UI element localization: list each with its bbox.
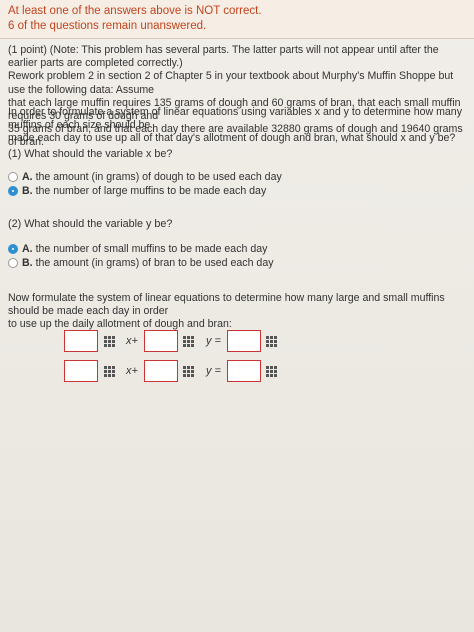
option-text: the number of large muffins to be made e… — [35, 185, 267, 197]
equation-row-2: x+ y = — [64, 360, 283, 382]
alert-unanswered-text: 6 of the questions remain unanswered. — [8, 20, 207, 32]
x-plus-label: x+ — [126, 335, 138, 347]
page: At least one of the answers above is NOT… — [0, 0, 474, 632]
grid-menu-icon[interactable] — [182, 364, 196, 378]
grid-menu-icon[interactable] — [265, 364, 279, 378]
option-letter: B. — [22, 185, 33, 197]
option-letter: A. — [22, 243, 33, 255]
formulate-instructions: In order to formulate a system of linear… — [8, 106, 466, 146]
instruction-line: made each day to use up all of that day'… — [8, 132, 456, 145]
option-text: the amount (in grams) of bran to be used… — [35, 257, 274, 269]
instruction-line: In order to formulate a system of linear… — [8, 106, 463, 132]
rhs-input-2[interactable] — [226, 360, 261, 382]
y-equals-label: y = — [205, 365, 221, 377]
question-1-title: (1) What should the variable x be? — [8, 148, 173, 160]
radio-selected-icon[interactable] — [8, 244, 18, 254]
option-letter: B. — [22, 257, 33, 269]
radio-unselected-icon[interactable] — [8, 258, 18, 268]
coef-y-input-1[interactable] — [143, 330, 178, 352]
coef-x-input-1[interactable] — [64, 330, 98, 352]
q2-option-a[interactable]: A. the number of small muffins to be mad… — [8, 242, 267, 256]
q1-option-a[interactable]: A. the amount (in grams) of dough to be … — [8, 170, 282, 184]
alert-incorrect-text: At least one of the answers above is NOT… — [8, 5, 262, 17]
x-plus-label: x+ — [126, 365, 138, 377]
system-instructions: Now formulate the system of linear equat… — [8, 292, 466, 332]
coef-y-input-2[interactable] — [143, 360, 178, 382]
rhs-input-1[interactable] — [226, 330, 261, 352]
problem-line: (1 point) (Note: This problem has severa… — [8, 44, 439, 70]
instruction-line: Now formulate the system of linear equat… — [8, 292, 445, 318]
grid-menu-icon[interactable] — [182, 334, 196, 348]
radio-selected-icon[interactable] — [8, 186, 18, 196]
error-alert: At least one of the answers above is NOT… — [0, 0, 474, 39]
grid-menu-icon[interactable] — [265, 334, 279, 348]
problem-line: Rework problem 2 in section 2 of Chapter… — [8, 70, 454, 96]
equation-row-1: x+ y = — [64, 330, 283, 352]
question-2-title: (2) What should the variable y be? — [8, 218, 173, 230]
grid-menu-icon[interactable] — [102, 364, 116, 378]
option-letter: A. — [22, 171, 33, 183]
option-text: the amount (in grams) of dough to be use… — [35, 171, 282, 183]
radio-unselected-icon[interactable] — [8, 172, 18, 182]
option-text: the number of small muffins to be made e… — [35, 243, 268, 255]
coef-x-input-2[interactable] — [64, 360, 98, 382]
q1-option-b[interactable]: B. the number of large muffins to be mad… — [8, 184, 266, 198]
q2-option-b[interactable]: B. the amount (in grams) of bran to be u… — [8, 256, 274, 270]
grid-menu-icon[interactable] — [102, 334, 116, 348]
y-equals-label: y = — [205, 335, 221, 347]
